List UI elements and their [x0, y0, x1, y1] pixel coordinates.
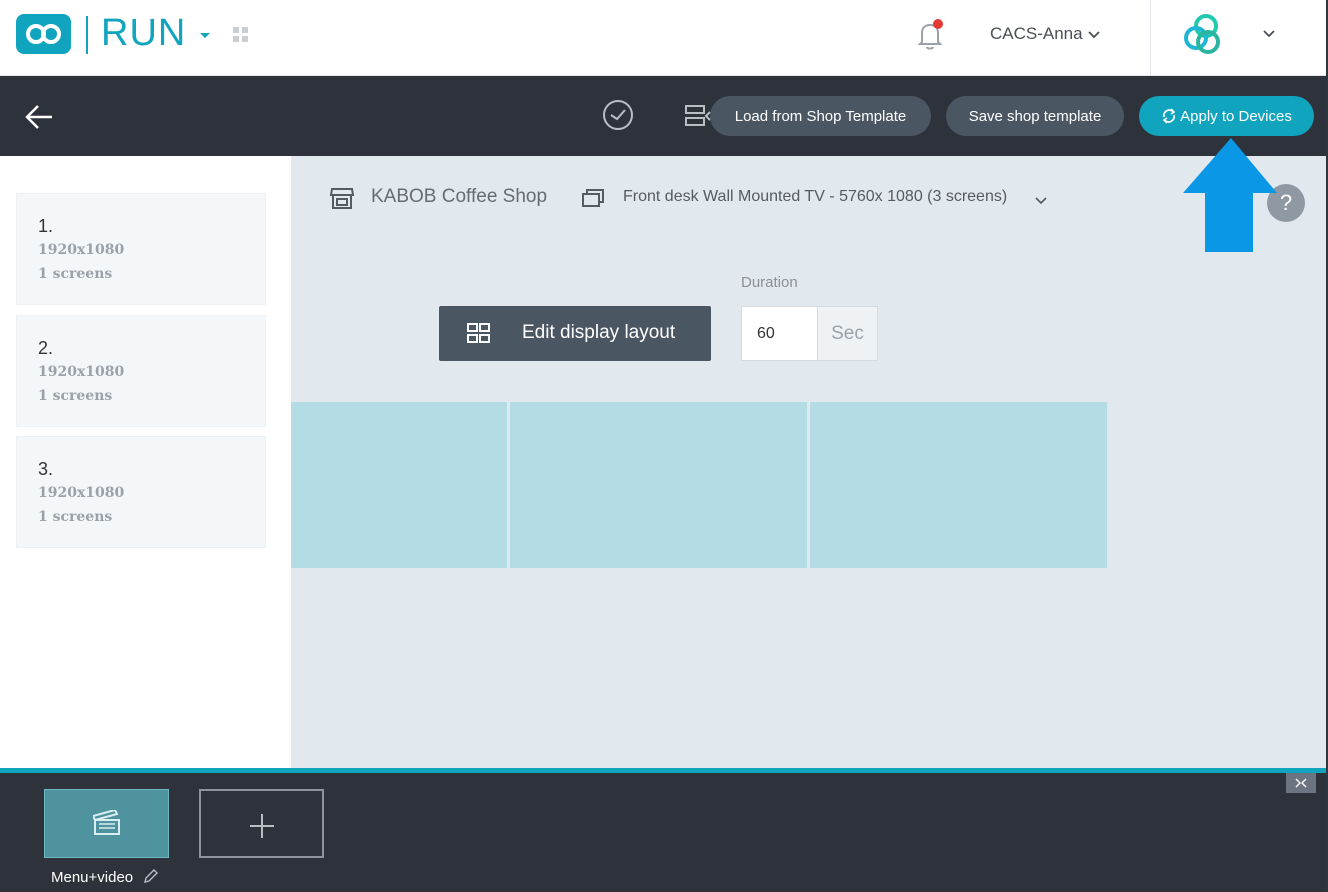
chevron-down-icon[interactable]	[1262, 26, 1276, 44]
screen-zone-3[interactable]	[810, 402, 1107, 568]
screen-resolution: 1920x1080	[38, 364, 125, 380]
user-name[interactable]: CACS-Anna	[990, 24, 1083, 44]
logo-separator	[86, 16, 88, 54]
display-group-icon	[581, 186, 607, 215]
save-shop-template-button[interactable]: Save shop template	[946, 96, 1124, 136]
screen-count: 1 screens	[38, 509, 113, 525]
layout-grid-icon	[467, 323, 490, 343]
load-button-label: Load from Shop Template	[734, 107, 907, 125]
edit-display-layout-button[interactable]: Edit display layout	[439, 306, 711, 361]
collapse-toggle-icon[interactable]	[1286, 773, 1316, 793]
load-from-shop-template-button[interactable]: Load from Shop Template	[710, 96, 931, 136]
screen-resolution: 1920x1080	[38, 242, 125, 258]
brand-rings-icon[interactable]	[1180, 12, 1232, 63]
bell-icon[interactable]	[914, 18, 946, 57]
app-menu-caret-icon[interactable]	[200, 33, 210, 38]
add-playlist-item-button[interactable]	[199, 789, 324, 858]
layout-canvas: KABOB Coffee Shop Front desk Wall Mounte…	[291, 138, 1326, 768]
screen-zone-1[interactable]	[291, 402, 507, 568]
duration-unit: Sec	[817, 306, 878, 361]
screen-resolution: 1920x1080	[38, 485, 125, 501]
display-selector[interactable]: Front desk Wall Mounted TV - 5760x 1080 …	[623, 188, 1007, 206]
screen-number: 3.	[38, 459, 54, 479]
screen-zone-2[interactable]	[510, 402, 807, 568]
header-divider	[1150, 0, 1151, 76]
screen-card-3[interactable]: 3. 1920x1080 1 screens	[16, 436, 266, 548]
apply-button-label: Apply to Devices	[1180, 107, 1292, 125]
clock-icon[interactable]	[601, 98, 635, 137]
screen-count: 1 screens	[38, 388, 113, 404]
grid-icon[interactable]	[233, 27, 249, 48]
plus-icon	[250, 814, 274, 838]
top-app-bar: RUN CACS-Anna	[0, 0, 1328, 76]
playlist-item-label: Menu+video	[51, 869, 134, 886]
save-button-label: Save shop template	[968, 107, 1102, 125]
logo-infinity-icon[interactable]	[16, 14, 71, 54]
playlist-item-tile[interactable]	[44, 789, 169, 858]
edit-button-label: Edit display layout	[522, 322, 676, 343]
toolbar: Load from Shop Template Save shop templa…	[0, 76, 1326, 156]
playlist-bar: Menu+video	[0, 768, 1326, 892]
app-name[interactable]: RUN	[101, 12, 186, 55]
duration-label: Duration	[741, 274, 798, 291]
apply-to-devices-button[interactable]: Apply to Devices	[1139, 96, 1314, 136]
screen-list-sidebar: 1. 1920x1080 1 screens 2. 1920x1080 1 sc…	[0, 156, 291, 768]
screen-card-1[interactable]: 1. 1920x1080 1 screens	[16, 193, 266, 305]
screen-number: 1.	[38, 216, 54, 236]
shop-name: KABOB Coffee Shop	[371, 186, 548, 207]
clapperboard-icon	[93, 810, 120, 835]
layers-icon[interactable]	[684, 102, 712, 137]
back-arrow-icon[interactable]	[24, 102, 56, 137]
screen-count: 1 screens	[38, 266, 113, 282]
pencil-icon[interactable]	[143, 868, 159, 889]
sync-icon	[1162, 108, 1176, 124]
chevron-down-icon[interactable]	[1035, 192, 1047, 210]
screen-card-2[interactable]: 2. 1920x1080 1 screens	[16, 315, 266, 427]
up-arrow-annotation-icon	[1183, 138, 1279, 259]
chevron-down-icon[interactable]	[1087, 27, 1101, 45]
screen-number: 2.	[38, 338, 54, 358]
duration-input[interactable]: 60	[741, 306, 818, 361]
store-icon	[329, 185, 355, 216]
